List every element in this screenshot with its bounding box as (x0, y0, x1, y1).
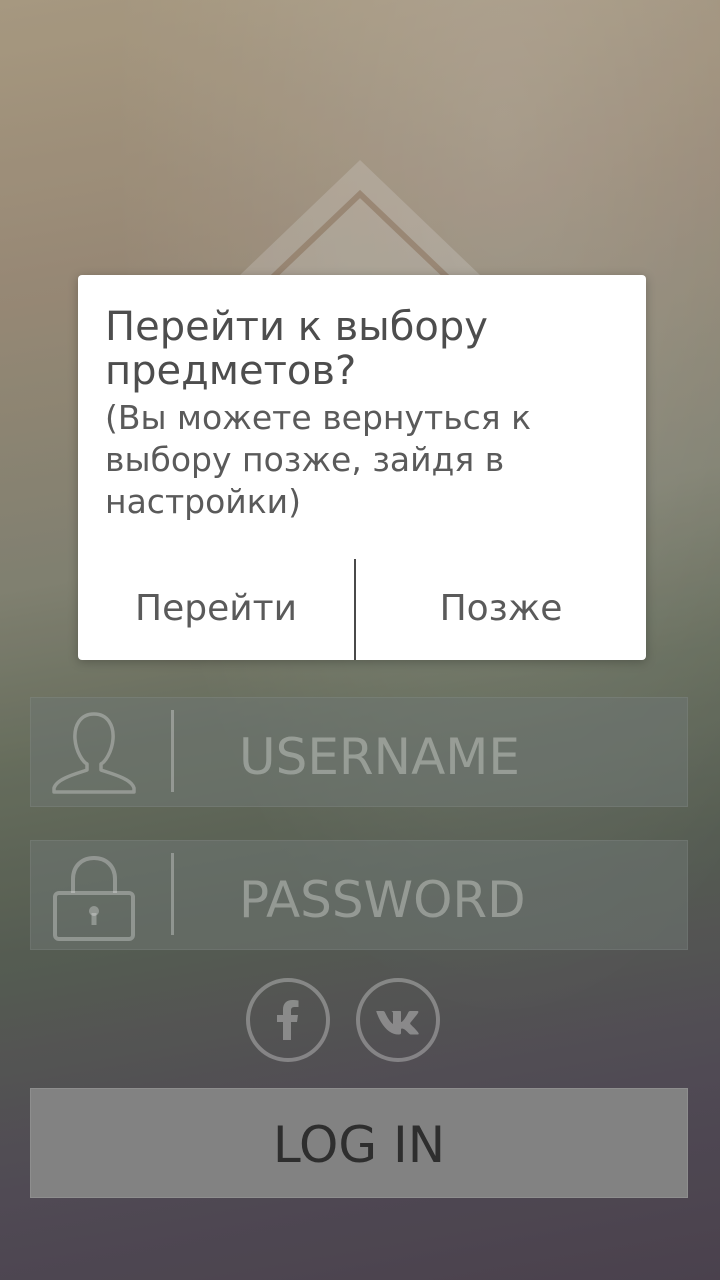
dialog-message: (Вы можете вернуться к выбору позже, зай… (105, 398, 532, 521)
later-button[interactable]: Позже (356, 559, 646, 659)
confirm-button[interactable]: Перейти (78, 559, 354, 659)
choose-subjects-dialog: Перейти к выбору предметов? (Вы можете в… (78, 275, 646, 660)
dialog-title: Перейти к выбору предметов? (105, 304, 488, 394)
login-screen: USERNAME PASSWORD LOG IN Перейти к выбор… (0, 0, 720, 1280)
